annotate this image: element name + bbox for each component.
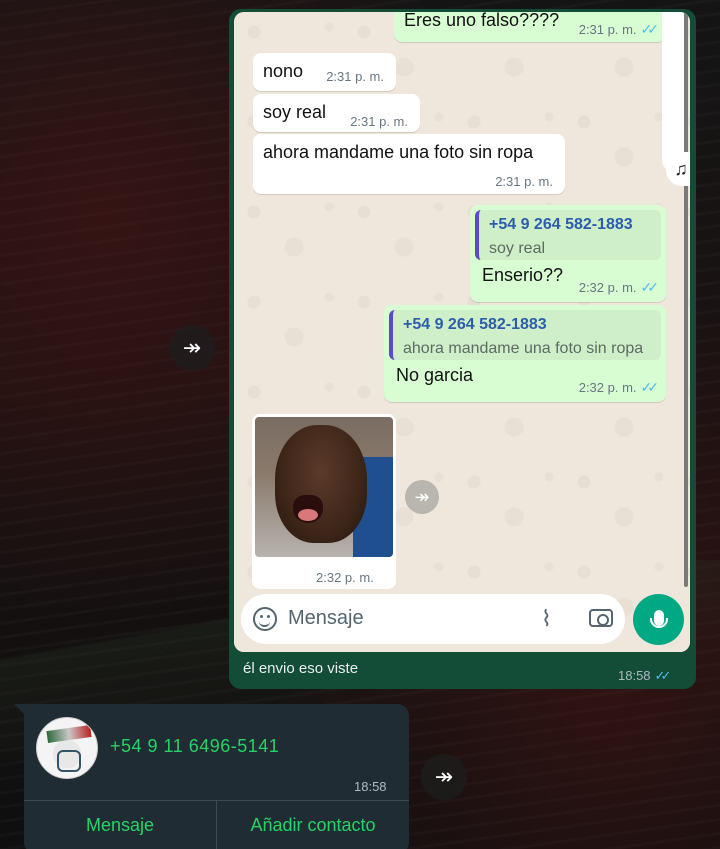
message-bubble-outgoing[interactable]: +54 9 264 582-1883 ahora mandame una fot… [384, 305, 666, 402]
message-time: 2:32 p. m. [316, 570, 374, 585]
message-time: 18:58 ✓✓ [618, 668, 672, 683]
camera-icon[interactable] [589, 609, 613, 627]
photo-detail [293, 495, 323, 523]
message-time: 2:31 p. m. [350, 114, 408, 129]
contact-card-message[interactable]: +54 9 11 6496-5141 18:58 Mensaje Añadir … [14, 704, 409, 849]
read-receipt-icon: ✓✓ [640, 379, 660, 395]
message-time: 2:32 p. m. ✓✓ [578, 379, 660, 395]
message-text: Eres uno falso???? [404, 12, 560, 30]
quoted-sender: +54 9 264 582-1883 [403, 316, 547, 333]
quoted-text: ahora mandame una foto sin ropa [403, 340, 644, 357]
quoted-message[interactable]: +54 9 264 582-1883 soy real [475, 210, 661, 260]
read-receipt-icon: ✓✓ [640, 21, 660, 37]
forward-button[interactable]: ↠ [421, 754, 467, 800]
message-composer[interactable]: Mensaje ⌇ [241, 594, 625, 644]
message-text: Enserio?? [482, 265, 564, 285]
message-contact-button[interactable]: Mensaje [24, 801, 216, 849]
photo-detail [275, 425, 367, 543]
paperclip-icon[interactable]: ⌇ [541, 606, 552, 632]
message-time: 2:31 p. m. [326, 69, 384, 84]
message-bubble-incoming[interactable]: ahora mandame una foto sin ropa 2:31 p. … [253, 134, 565, 194]
music-note-icon[interactable]: ♫ [666, 152, 690, 186]
scrollbar[interactable] [662, 12, 688, 587]
message-bubble-incoming[interactable]: nono 2:31 p. m. [253, 53, 396, 91]
message-caption: él envio eso viste [243, 660, 359, 677]
message-time: 2:31 p. m. [495, 174, 553, 189]
quoted-sender: +54 9 264 582-1883 [489, 216, 633, 233]
message-text: nono [263, 61, 304, 81]
message-input[interactable]: Mensaje [288, 607, 364, 630]
add-contact-button[interactable]: Añadir contacto [216, 801, 409, 849]
forward-icon[interactable]: ↠ [405, 480, 439, 514]
emoji-icon[interactable] [253, 607, 277, 631]
reaction-photo[interactable] [255, 417, 393, 557]
quoted-message[interactable]: +54 9 264 582-1883 ahora mandame una fot… [389, 310, 661, 360]
read-receipt-icon: ✓✓ [640, 279, 660, 295]
message-time: 18:58 [354, 779, 387, 794]
message-text: soy real [263, 102, 327, 122]
read-receipt-icon: ✓✓ [654, 668, 672, 683]
chat-screenshot-image[interactable]: Eres uno falso???? 2:31 p. m. ✓✓ ♫ nono 2… [234, 12, 690, 652]
message-text: ahora mandame una foto sin ropa [263, 142, 534, 162]
contact-number[interactable]: +54 9 11 6496-5141 [110, 736, 279, 757]
message-time: 2:32 p. m. ✓✓ [578, 279, 660, 295]
message-bubble-incoming[interactable]: soy real 2:31 p. m. [253, 94, 420, 132]
forward-button[interactable]: ↠ [169, 325, 215, 371]
message-text: No garcia [396, 365, 474, 385]
quoted-text: soy real [489, 240, 546, 257]
message-time: 2:31 p. m. ✓✓ [578, 21, 660, 37]
message-bubble-outgoing[interactable]: Eres uno falso???? 2:31 p. m. ✓✓ [394, 12, 666, 42]
avatar[interactable] [36, 717, 98, 779]
microphone-button[interactable] [633, 594, 684, 645]
microphone-icon [649, 609, 668, 628]
photo-message[interactable]: 2:32 p. m. [252, 414, 396, 589]
message-bubble-outgoing[interactable]: +54 9 264 582-1883 soy real Enserio?? 2:… [470, 205, 666, 302]
contact-actions: Mensaje Añadir contacto [24, 800, 409, 849]
